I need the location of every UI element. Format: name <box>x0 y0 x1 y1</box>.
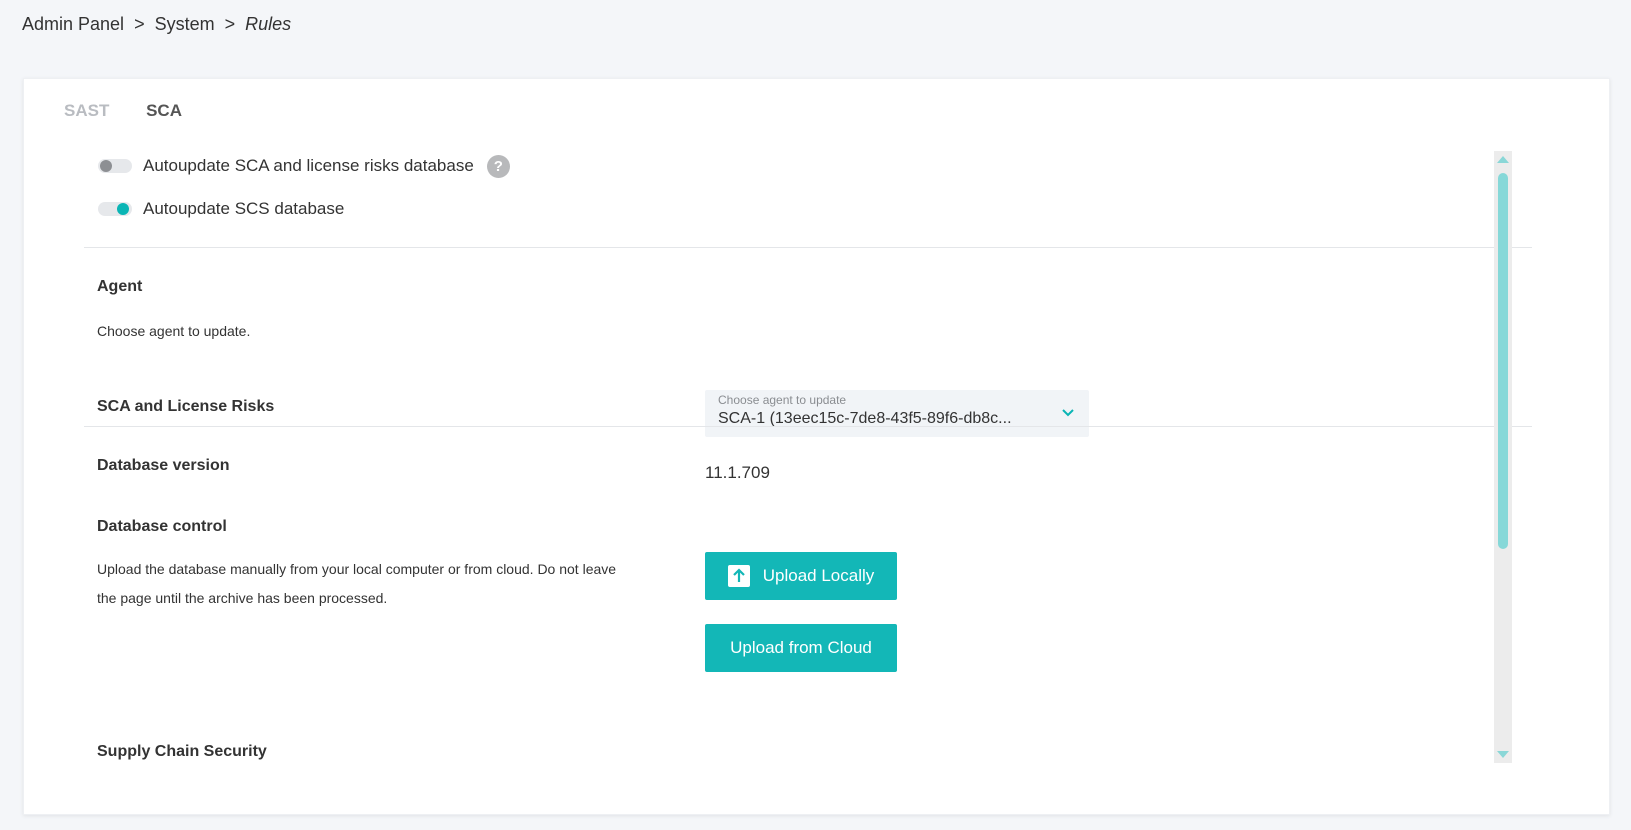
chevron-down-icon <box>1062 404 1074 420</box>
tab-bar: SAST SCA <box>64 101 214 121</box>
breadcrumb-admin-panel[interactable]: Admin Panel <box>22 14 124 34</box>
scrollbar-thumb[interactable] <box>1498 173 1508 549</box>
scs-autoupdate-toggle[interactable] <box>98 202 132 216</box>
database-version-label: Database version <box>97 457 230 474</box>
tab-sca[interactable]: SCA <box>146 101 182 121</box>
agent-select[interactable]: Choose agent to update SCA-1 (13eec15c-7… <box>705 390 1089 437</box>
sca-settings-panel: Autoupdate SCA and license risks databas… <box>62 154 1562 796</box>
database-control-description-line: Upload the database manually from your l… <box>97 561 617 577</box>
sca-autoupdate-row: Autoupdate SCA and license risks databas… <box>98 154 510 178</box>
upload-locally-label: Upload Locally <box>762 566 875 585</box>
toggle-knob <box>117 203 129 215</box>
help-circle-icon[interactable]: ? <box>486 154 510 178</box>
sca-license-risks-title: SCA and License Risks <box>97 398 275 415</box>
database-control-description: Upload the database manually from your l… <box>97 555 616 613</box>
agent-description: Choose agent to update. <box>97 323 251 339</box>
divider <box>84 247 1532 248</box>
tab-sast[interactable]: SAST <box>64 101 109 121</box>
upload-from-cloud-button[interactable]: Upload from Cloud <box>705 624 897 672</box>
scroll-up-arrow-icon[interactable] <box>1497 156 1509 163</box>
agent-title: Agent <box>97 278 143 295</box>
breadcrumb-current: Rules <box>245 14 292 34</box>
upload-icon <box>727 565 750 587</box>
sca-autoupdate-label: Autoupdate SCA and license risks databas… <box>143 156 474 175</box>
upload-from-cloud-label: Upload from Cloud <box>730 638 872 657</box>
agent-select-label: Choose agent to update <box>718 393 847 407</box>
sca-autoupdate-toggle[interactable] <box>98 159 132 173</box>
rules-card: SAST SCA Autoupdate SCA and license risk… <box>23 78 1610 815</box>
scs-autoupdate-label: Autoupdate SCS database <box>143 199 345 218</box>
vertical-scrollbar[interactable] <box>1494 151 1512 763</box>
supply-chain-security-title: Supply Chain Security <box>97 743 267 760</box>
breadcrumb: Admin Panel > System > Rules <box>22 14 291 35</box>
upload-locally-button[interactable]: Upload Locally <box>705 552 897 600</box>
toggle-knob <box>100 160 112 172</box>
breadcrumb-separator: > <box>134 14 145 34</box>
divider <box>84 426 1532 427</box>
database-version-value: 11.1.709 <box>705 463 770 482</box>
database-control-label: Database control <box>97 518 227 535</box>
database-control-description-line: the page until the archive has been proc… <box>97 590 388 606</box>
breadcrumb-separator: > <box>224 14 236 34</box>
breadcrumb-system[interactable]: System <box>155 14 215 34</box>
scs-autoupdate-row: Autoupdate SCS database <box>98 197 344 221</box>
scroll-down-arrow-icon[interactable] <box>1497 751 1509 758</box>
